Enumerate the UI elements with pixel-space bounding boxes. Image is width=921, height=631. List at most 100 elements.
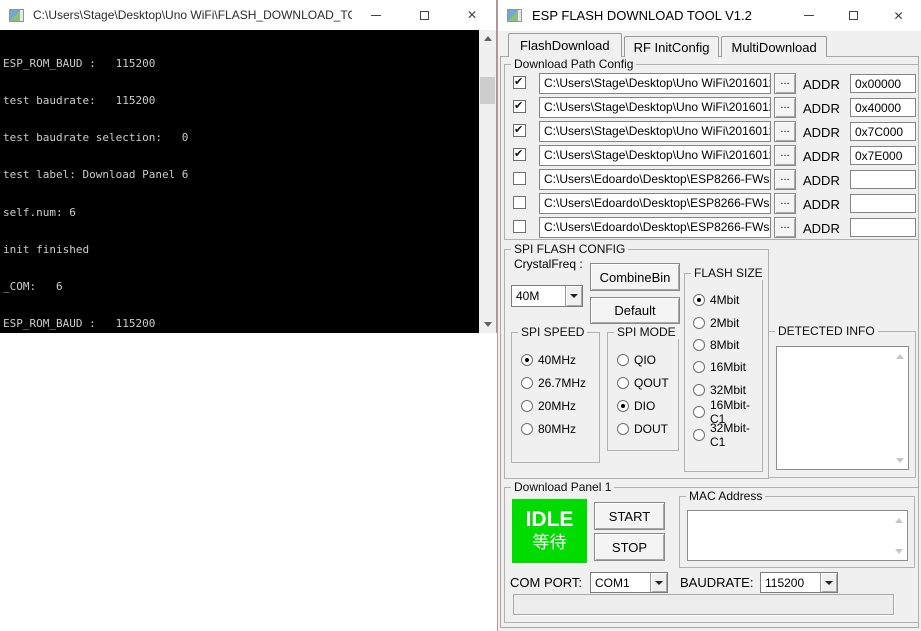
desktop: C:\Users\Stage\Desktop\Uno WiFi\FLASH_DO… xyxy=(0,0,921,631)
radio-icon[interactable] xyxy=(617,423,629,435)
esp-minimize-button[interactable] xyxy=(786,0,831,31)
radio-flash-size[interactable]: 4Mbit xyxy=(693,293,739,307)
tab-flash-download[interactable]: FlashDownload xyxy=(508,33,622,57)
maximize-icon xyxy=(849,11,858,20)
esp-close-button[interactable]: ✕ xyxy=(876,0,921,31)
path-input[interactable]: C:\Users\Edoardo\Desktop\ESP8266-FWs- xyxy=(539,217,771,238)
addr-input[interactable] xyxy=(850,218,916,237)
com-port-select[interactable]: COM1 xyxy=(590,572,668,593)
browse-button[interactable]: ... xyxy=(774,145,796,166)
path-checkbox[interactable] xyxy=(513,123,526,137)
radio-icon[interactable] xyxy=(693,406,705,418)
radio-spi-speed[interactable]: 40MHz xyxy=(521,353,576,367)
scrollbar-thumb[interactable] xyxy=(480,77,495,104)
path-checkbox[interactable] xyxy=(513,147,526,161)
radio-flash-size[interactable]: 8Mbit xyxy=(693,338,739,352)
browse-button[interactable]: ... xyxy=(774,73,796,94)
addr-input[interactable] xyxy=(850,170,916,189)
scroll-up-icon[interactable] xyxy=(479,30,496,47)
radio-label: 40MHz xyxy=(538,353,577,367)
stop-button[interactable]: STOP xyxy=(594,533,665,561)
scroll-up-icon[interactable] xyxy=(895,351,905,361)
radio-icon[interactable] xyxy=(693,361,705,373)
radio-flash-size[interactable]: 16Mbit-C1 xyxy=(693,398,762,426)
radio-spi-mode[interactable]: DIO xyxy=(617,399,655,413)
radio-icon[interactable] xyxy=(521,423,533,435)
esp-maximize-button[interactable] xyxy=(831,0,876,31)
baudrate-select[interactable]: 115200 xyxy=(760,572,838,593)
path-input[interactable]: C:\Users\Stage\Desktop\Uno WiFi\2016012 xyxy=(539,145,771,166)
path-input[interactable]: C:\Users\Edoardo\Desktop\ESP8266-FWs- xyxy=(539,193,771,214)
radio-icon[interactable] xyxy=(693,384,705,396)
addr-input[interactable]: 0x7E000 xyxy=(850,146,916,165)
radio-spi-mode[interactable]: DOUT xyxy=(617,422,668,436)
chevron-down-icon[interactable] xyxy=(820,573,837,592)
tab-multi-download[interactable]: MultiDownload xyxy=(721,36,827,57)
browse-button[interactable]: ... xyxy=(774,121,796,142)
addr-label: ADDR xyxy=(803,77,840,92)
radio-icon[interactable] xyxy=(693,429,705,441)
radio-spi-speed[interactable]: 26.7MHz xyxy=(521,376,586,390)
start-button[interactable]: START xyxy=(594,502,665,530)
radio-icon[interactable] xyxy=(521,377,533,389)
mac-address-group: MAC Address xyxy=(679,489,915,568)
path-checkbox[interactable] xyxy=(513,196,526,209)
radio-icon[interactable] xyxy=(617,400,629,412)
radio-icon[interactable] xyxy=(521,400,533,412)
radio-icon[interactable] xyxy=(693,294,705,306)
scroll-down-icon[interactable] xyxy=(895,455,905,465)
radio-icon[interactable] xyxy=(521,354,533,366)
scroll-up-icon[interactable] xyxy=(894,515,904,525)
addr-input[interactable]: 0x40000 xyxy=(850,98,916,117)
esp-window-title: ESP FLASH DOWNLOAD TOOL V1.2 xyxy=(532,8,752,23)
addr-label: ADDR xyxy=(803,173,840,188)
console-line: test label: Download Panel 6 xyxy=(3,168,189,182)
console-app-icon xyxy=(9,8,24,22)
radio-icon[interactable] xyxy=(617,377,629,389)
browse-button[interactable]: ... xyxy=(774,169,796,190)
radio-spi-speed[interactable]: 20MHz xyxy=(521,399,576,413)
crystal-freq-value: 40M xyxy=(516,289,540,303)
radio-spi-mode[interactable]: QOUT xyxy=(617,376,669,390)
path-input[interactable]: C:\Users\Stage\Desktop\Uno WiFi\2016012 xyxy=(539,97,771,118)
console-line: _COM: 6 xyxy=(3,280,63,294)
addr-input[interactable]: 0x00000 xyxy=(850,74,916,93)
console-close-button[interactable]: ✕ xyxy=(448,0,496,30)
browse-button[interactable]: ... xyxy=(774,193,796,214)
scroll-down-icon[interactable] xyxy=(894,546,904,556)
console-minimize-button[interactable] xyxy=(352,0,400,30)
path-row: C:\Users\Edoardo\Desktop\ESP8266-FWs- ..… xyxy=(505,169,918,191)
radio-spi-mode[interactable]: QIO xyxy=(617,353,656,367)
detected-info-textarea[interactable] xyxy=(776,346,909,470)
mac-address-textarea[interactable] xyxy=(687,510,908,561)
radio-flash-size[interactable]: 32Mbit-C1 xyxy=(693,421,762,449)
console-maximize-button[interactable] xyxy=(400,0,448,30)
path-input[interactable]: C:\Users\Stage\Desktop\Uno WiFi\2016012 xyxy=(539,73,771,94)
browse-button[interactable]: ... xyxy=(774,217,796,238)
default-button[interactable]: Default xyxy=(590,297,680,324)
radio-icon[interactable] xyxy=(693,317,705,329)
com-port-value: COM1 xyxy=(595,576,630,590)
crystal-freq-select[interactable]: 40M xyxy=(511,285,583,307)
radio-icon[interactable] xyxy=(693,339,705,351)
path-input[interactable]: C:\Users\Stage\Desktop\Uno WiFi\2016012 xyxy=(539,121,771,142)
console-scrollbar[interactable] xyxy=(479,30,496,333)
combine-bin-button[interactable]: CombineBin xyxy=(590,263,680,291)
chevron-down-icon[interactable] xyxy=(565,286,582,306)
radio-icon[interactable] xyxy=(617,354,629,366)
path-checkbox[interactable] xyxy=(513,172,526,185)
radio-spi-speed[interactable]: 80MHz xyxy=(521,422,576,436)
radio-flash-size[interactable]: 32Mbit xyxy=(693,383,746,397)
path-checkbox[interactable] xyxy=(513,220,526,233)
scroll-down-icon[interactable] xyxy=(479,316,496,333)
path-checkbox[interactable] xyxy=(513,99,526,113)
radio-flash-size[interactable]: 16Mbit xyxy=(693,360,746,374)
tab-rf-init-config[interactable]: RF InitConfig xyxy=(623,36,720,57)
addr-input[interactable]: 0x7C000 xyxy=(850,122,916,141)
addr-input[interactable] xyxy=(850,194,916,213)
path-input[interactable]: C:\Users\Edoardo\Desktop\ESP8266-FWs- xyxy=(539,169,771,190)
radio-flash-size[interactable]: 2Mbit xyxy=(693,316,739,330)
path-checkbox[interactable] xyxy=(513,75,526,89)
browse-button[interactable]: ... xyxy=(774,97,796,118)
chevron-down-icon[interactable] xyxy=(650,573,667,592)
